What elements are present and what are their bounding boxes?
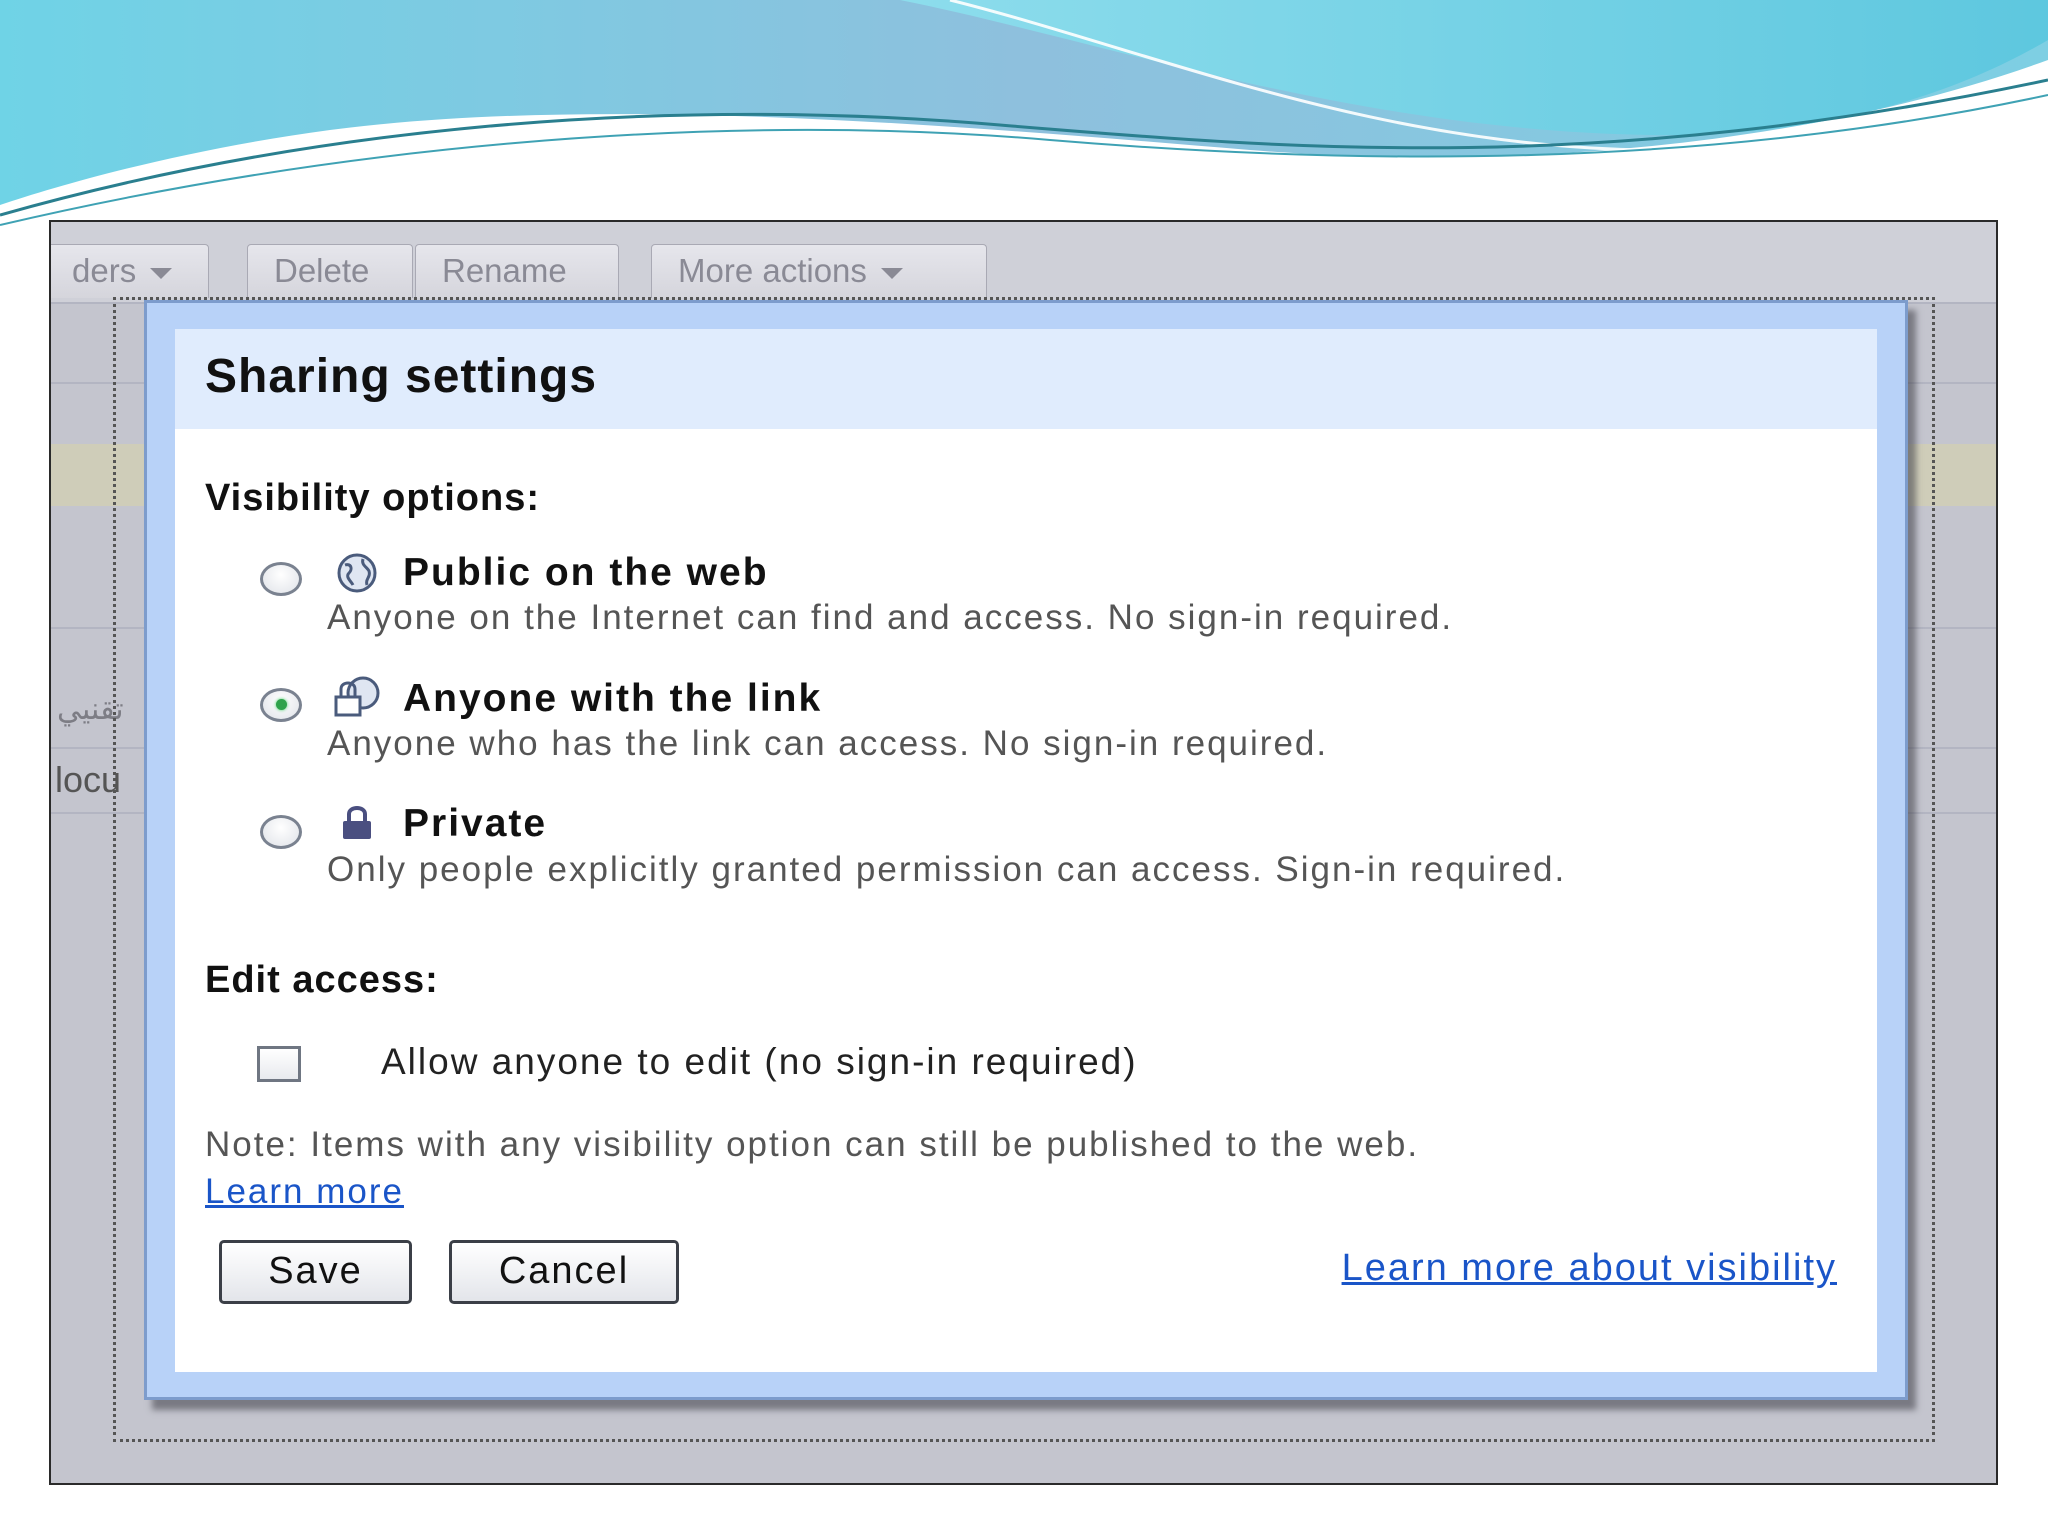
option-label-public: Public on the web (403, 551, 769, 594)
dialog-title: Sharing settings (205, 350, 598, 403)
allow-edit-checkbox[interactable] (257, 1046, 301, 1082)
screenshot-frame: ders Delete Rename More actions تقنيي lo… (49, 220, 1998, 1485)
link-lock-icon (334, 676, 380, 717)
background-row-text: locu (55, 759, 122, 800)
option-label-link: Anyone with the link (403, 677, 823, 720)
allow-edit-label[interactable]: Allow anyone to edit (no sign-in require… (381, 1041, 1138, 1083)
radio-anyone-with-link[interactable] (260, 688, 302, 722)
rename-button[interactable]: Rename (415, 244, 619, 298)
folders-button[interactable]: ders (51, 244, 209, 298)
lock-icon (343, 806, 371, 839)
folders-label: ders (72, 252, 137, 289)
delete-button[interactable]: Delete (247, 244, 413, 298)
learn-more-link[interactable]: Learn more (205, 1172, 404, 1212)
radio-public-on-web[interactable] (260, 562, 302, 596)
chevron-down-icon (150, 267, 173, 279)
visibility-heading: Visibility options: (205, 477, 540, 519)
slide-header-decoration (0, 0, 2048, 226)
save-button[interactable]: Save (219, 1240, 412, 1304)
option-description-private: Only people explicitly granted permissio… (327, 850, 1567, 889)
publish-note: Note: Items with any visibility option c… (205, 1125, 1420, 1164)
toolbar: ders Delete Rename More actions (51, 222, 1996, 302)
learn-more-visibility-link[interactable]: Learn more about visibility (1342, 1247, 1837, 1290)
option-label-private: Private (403, 802, 548, 845)
globe-icon (337, 553, 377, 593)
more-actions-button[interactable]: More actions (651, 244, 987, 298)
option-description-link: Anyone who has the link can access. No s… (327, 724, 1329, 763)
edit-access-heading: Edit access: (205, 959, 439, 1001)
chevron-down-icon (880, 267, 903, 279)
option-description-public: Anyone on the Internet can find and acce… (327, 598, 1454, 637)
cancel-button[interactable]: Cancel (449, 1240, 679, 1304)
dialog-body: Sharing settings Visibility options: Pub… (175, 329, 1877, 1372)
more-actions-label: More actions (678, 252, 867, 289)
radio-private[interactable] (260, 815, 302, 849)
dialog-header: Sharing settings (175, 329, 1877, 429)
sharing-settings-dialog: Sharing settings Visibility options: Pub… (144, 300, 1908, 1400)
